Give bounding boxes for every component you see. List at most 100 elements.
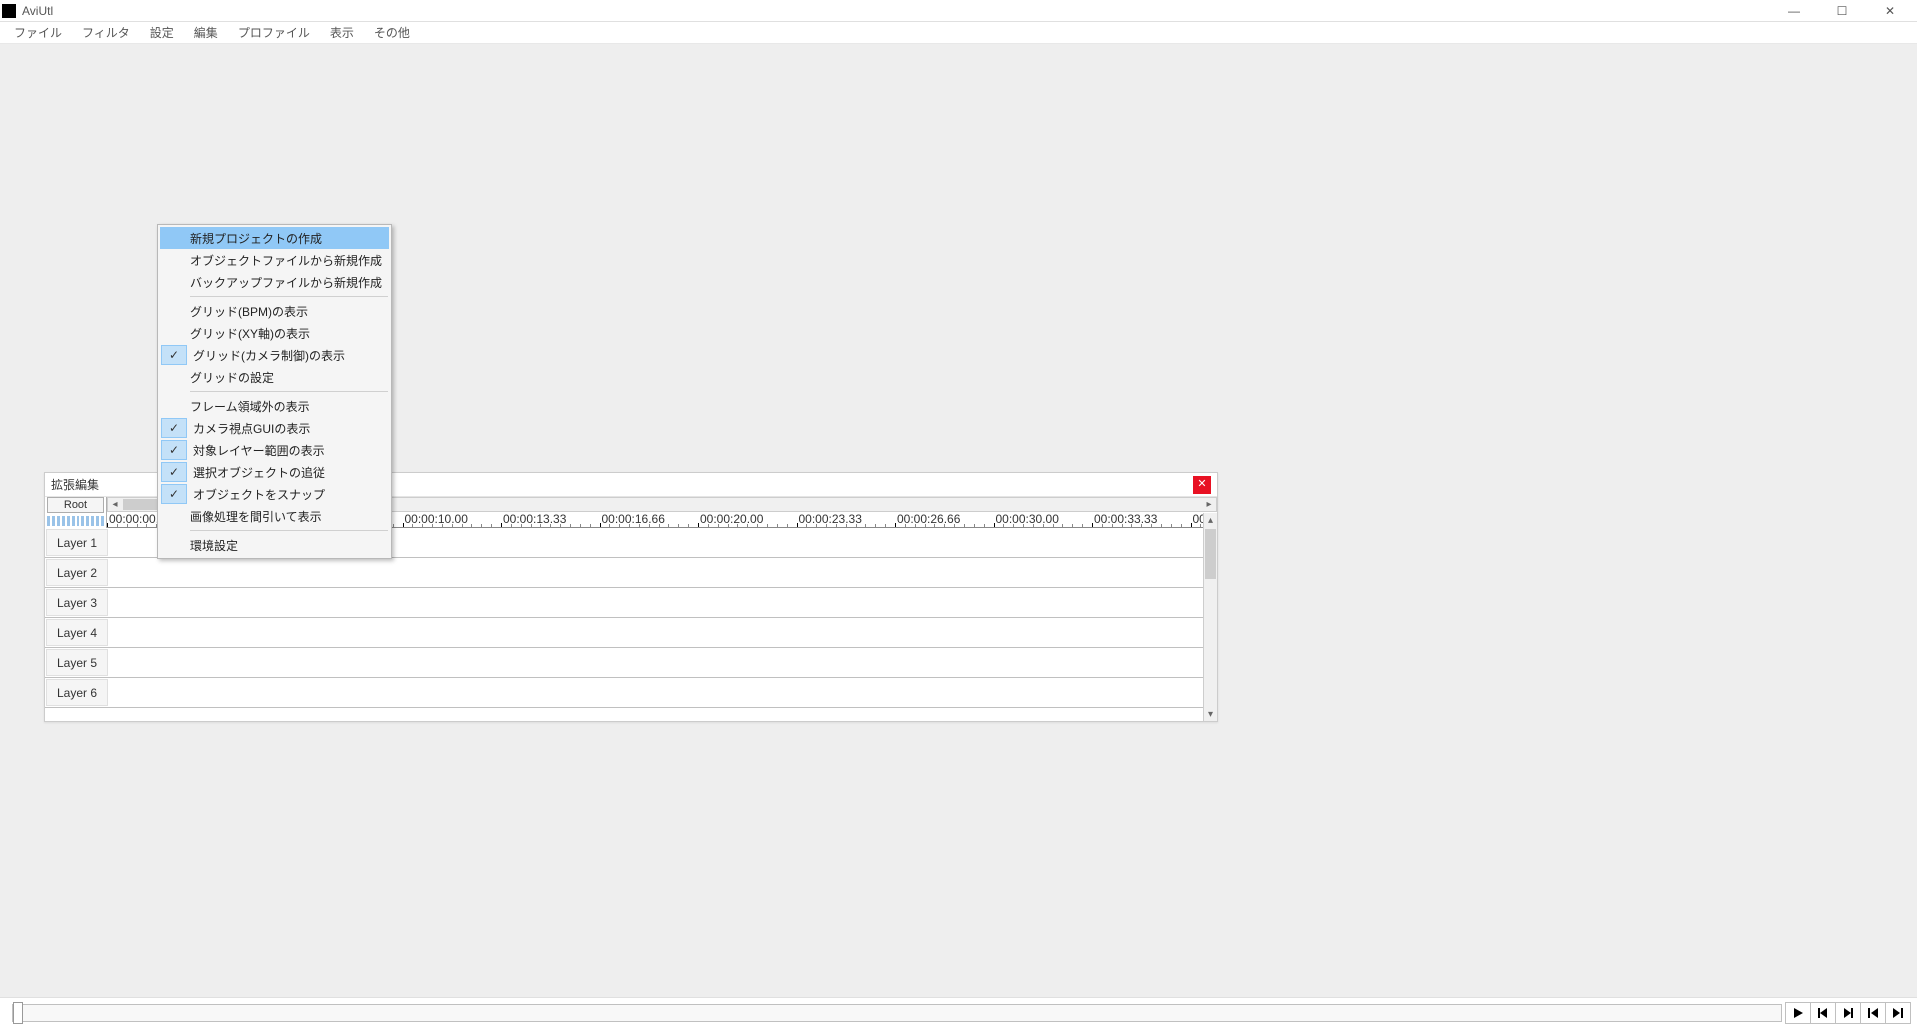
layer-label[interactable]: Layer 5 (46, 649, 108, 676)
seek-bar[interactable] (12, 1004, 1782, 1022)
context-menu-item[interactable]: ✓オブジェクトをスナップ (160, 483, 389, 505)
menu-other[interactable]: その他 (364, 22, 420, 43)
menu-edit[interactable]: 編集 (184, 22, 228, 43)
timeline-vertical-scrollbar[interactable]: ▴ ▾ (1203, 513, 1217, 721)
checkmark-icon: ✓ (161, 484, 187, 504)
ruler-timecode: 00:00:16.66 (602, 512, 665, 526)
layer-track[interactable] (109, 558, 1217, 587)
context-menu-label: フレーム領域外の表示 (186, 398, 310, 415)
scroll-v-thumb[interactable] (1205, 529, 1216, 579)
ruler-timecode: 00:00:33.33 (1094, 512, 1157, 526)
menu-profile[interactable]: プロファイル (228, 22, 320, 43)
maximize-button[interactable]: ☐ (1827, 0, 1857, 22)
context-menu-item[interactable]: グリッドの設定 (160, 366, 389, 388)
layer-label[interactable]: Layer 2 (46, 559, 108, 586)
root-button[interactable]: Root (47, 497, 104, 513)
scroll-left-icon[interactable]: ◂ (108, 498, 122, 511)
step-forward-icon (1841, 1006, 1855, 1020)
layer-label[interactable]: Layer 1 (46, 529, 108, 556)
step-back-icon (1816, 1006, 1830, 1020)
go-start-icon (1866, 1006, 1880, 1020)
close-button[interactable]: ✕ (1875, 0, 1905, 22)
context-menu-item[interactable]: ✓カメラ視点GUIの表示 (160, 417, 389, 439)
context-menu-label: グリッド(XY軸)の表示 (186, 325, 310, 342)
context-menu-item[interactable]: ✓グリッド(カメラ制御)の表示 (160, 344, 389, 366)
scroll-down-icon[interactable]: ▾ (1204, 707, 1217, 721)
timeline-close-button[interactable]: ✕ (1193, 476, 1211, 494)
checkmark-icon: ✓ (161, 345, 187, 365)
context-menu-label: カメラ視点GUIの表示 (189, 420, 310, 437)
minimize-button[interactable]: — (1779, 0, 1809, 22)
scroll-right-icon[interactable]: ▸ (1202, 498, 1216, 511)
layer-label[interactable]: Layer 4 (46, 619, 108, 646)
layer-track[interactable] (109, 618, 1217, 647)
step-back-button[interactable] (1810, 1002, 1836, 1024)
layer-row: Layer 3 (45, 588, 1217, 618)
menu-bar: ファイル フィルタ 設定 編集 プロファイル 表示 その他 (0, 22, 1917, 44)
checkmark-icon: ✓ (161, 462, 187, 482)
context-menu-item[interactable]: 新規プロジェクトの作成 (160, 227, 389, 249)
layer-track[interactable] (109, 648, 1217, 677)
ruler-timecode: 00:00:13.33 (503, 512, 566, 526)
context-menu-separator (190, 530, 388, 531)
context-menu-label: バックアップファイルから新規作成 (186, 274, 382, 291)
context-menu-item[interactable]: バックアップファイルから新規作成 (160, 271, 389, 293)
context-menu-label: グリッド(BPM)の表示 (186, 303, 308, 320)
seek-thumb[interactable] (13, 1002, 23, 1024)
scroll-up-icon[interactable]: ▴ (1204, 513, 1217, 527)
window-controls: — ☐ ✕ (1779, 0, 1915, 22)
layer-row: Layer 5 (45, 648, 1217, 678)
menu-settings[interactable]: 設定 (140, 22, 184, 43)
context-menu-label: 環境設定 (186, 537, 238, 554)
ruler-timecode: 00:00:26.66 (897, 512, 960, 526)
playback-bar (0, 997, 1917, 1027)
play-button[interactable] (1785, 1002, 1811, 1024)
play-icon (1791, 1006, 1805, 1020)
app-title: AviUtl (22, 4, 53, 18)
context-menu-label: グリッドの設定 (186, 369, 274, 386)
menu-filter[interactable]: フィルタ (72, 22, 140, 43)
context-menu-label: 画像処理を間引いて表示 (186, 508, 322, 525)
go-start-button[interactable] (1860, 1002, 1886, 1024)
menu-view[interactable]: 表示 (320, 22, 364, 43)
context-menu-label: 対象レイヤー範囲の表示 (189, 442, 325, 459)
context-menu-label: 新規プロジェクトの作成 (186, 230, 322, 247)
context-menu-item[interactable]: グリッド(XY軸)の表示 (160, 322, 389, 344)
ruler-timecode: 00:00:10.00 (405, 512, 468, 526)
ruler-timecode: 00:00:23.33 (799, 512, 862, 526)
go-end-button[interactable] (1885, 1002, 1911, 1024)
context-menu-item[interactable]: 画像処理を間引いて表示 (160, 505, 389, 527)
layer-row: Layer 6 (45, 678, 1217, 708)
context-menu-label: 選択オブジェクトの追従 (189, 464, 325, 481)
playback-controls (1786, 1002, 1917, 1024)
context-menu-item[interactable]: オブジェクトファイルから新規作成 (160, 249, 389, 271)
layer-track[interactable] (109, 678, 1217, 707)
layer-row: Layer 4 (45, 618, 1217, 648)
timeline-layer-column-header: Root (45, 497, 107, 528)
context-menu-item[interactable]: フレーム領域外の表示 (160, 395, 389, 417)
menu-file[interactable]: ファイル (4, 22, 72, 43)
app-icon (2, 4, 16, 18)
layer-label[interactable]: Layer 3 (46, 589, 108, 616)
context-menu-label: グリッド(カメラ制御)の表示 (189, 347, 345, 364)
timeline-context-menu: 新規プロジェクトの作成オブジェクトファイルから新規作成バックアップファイルから新… (157, 224, 392, 559)
zoom-bar[interactable] (45, 513, 106, 528)
checkmark-icon: ✓ (161, 440, 187, 460)
context-menu-item[interactable]: 環境設定 (160, 534, 389, 556)
go-end-icon (1891, 1006, 1905, 1020)
title-bar: AviUtl — ☐ ✕ (0, 0, 1917, 22)
step-forward-button[interactable] (1835, 1002, 1861, 1024)
ruler-timecode: 00:00:30.00 (996, 512, 1059, 526)
context-menu-item[interactable]: ✓対象レイヤー範囲の表示 (160, 439, 389, 461)
timeline-title: 拡張編集 (51, 476, 99, 493)
layer-row: Layer 2 (45, 558, 1217, 588)
layer-track[interactable] (109, 588, 1217, 617)
layer-label[interactable]: Layer 6 (46, 679, 108, 706)
main-area: 拡張編集 ✕ Root ◂ ▸ 00:00:00 (0, 44, 1917, 997)
context-menu-label: オブジェクトファイルから新規作成 (186, 252, 382, 269)
checkmark-icon: ✓ (161, 418, 187, 438)
context-menu-item[interactable]: グリッド(BPM)の表示 (160, 300, 389, 322)
context-menu-item[interactable]: ✓選択オブジェクトの追従 (160, 461, 389, 483)
context-menu-separator (190, 296, 388, 297)
ruler-timecode: 00:00:20.00 (700, 512, 763, 526)
